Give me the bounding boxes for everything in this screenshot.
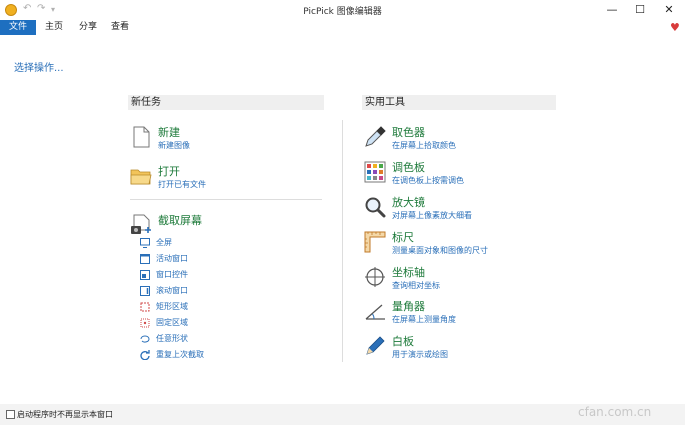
- fixed-region-icon: [140, 318, 150, 328]
- capture-fixed-region[interactable]: 固定区域: [140, 316, 260, 330]
- magnifier-desc: 对屏幕上像素放大细看: [392, 211, 472, 220]
- color-picker-desc: 在屏幕上拾取颜色: [392, 141, 456, 150]
- protractor-desc: 在屏幕上测量角度: [392, 315, 456, 324]
- capture-scrolling-window[interactable]: 滚动窗口: [140, 284, 260, 298]
- new-file-icon: [133, 126, 150, 148]
- magnifier-item[interactable]: 放大镜 对屏幕上像素放大细看: [364, 194, 544, 224]
- tools-header: 实用工具: [362, 95, 556, 110]
- folder-icon: [130, 169, 152, 185]
- palette-icon: [364, 161, 386, 183]
- repeat-icon: [140, 350, 150, 360]
- whiteboard-title: 白板: [392, 335, 414, 348]
- color-picker-item[interactable]: 取色器 在屏幕上拾取颜色: [364, 124, 544, 154]
- window-title: PicPick 图像编辑器: [303, 7, 382, 17]
- startup-checkbox[interactable]: [6, 410, 15, 419]
- ruler-item[interactable]: 标尺 测量桌面对象和图像的尺寸: [364, 229, 544, 259]
- new-image-title: 新建: [158, 126, 180, 139]
- action-prompt: 选择操作...: [14, 63, 64, 74]
- palette-desc: 在调色板上按需调色: [392, 176, 464, 185]
- rectangle-region-icon: [140, 302, 150, 312]
- ruler-icon: [364, 231, 386, 253]
- close-button[interactable]: ✕: [655, 0, 683, 20]
- maximize-button[interactable]: ☐: [626, 0, 654, 20]
- ruler-title: 标尺: [392, 231, 414, 244]
- open-file-desc: 打开已有文件: [158, 180, 206, 189]
- protractor-title: 量角器: [392, 300, 425, 313]
- heart-icon[interactable]: ♥: [670, 21, 680, 34]
- minimize-button[interactable]: —: [598, 0, 626, 20]
- crosshair-icon: [365, 267, 385, 287]
- capture-option-label: 任意形状: [156, 334, 188, 343]
- open-file-item[interactable]: 打开 打开已有文件: [130, 163, 310, 193]
- menu-view[interactable]: 查看: [106, 20, 134, 35]
- palette-item[interactable]: 调色板 在调色板上按需调色: [364, 159, 544, 189]
- menu-home[interactable]: 主页: [40, 20, 68, 35]
- crosshair-title: 坐标轴: [392, 266, 425, 279]
- capture-rectangle-region[interactable]: 矩形区域: [140, 300, 260, 314]
- capture-active-window[interactable]: 活动窗口: [140, 252, 260, 266]
- new-task-header: 新任务: [128, 95, 324, 110]
- new-image-item[interactable]: 新建 新建图像: [130, 124, 310, 154]
- pen-icon: [366, 336, 385, 355]
- color-picker-title: 取色器: [392, 126, 425, 139]
- menu-bar: 文件 主页 分享 查看 ♥: [0, 20, 685, 35]
- crosshair-item[interactable]: 坐标轴 查询相对坐标: [364, 264, 544, 294]
- capture-option-label: 固定区域: [156, 318, 188, 327]
- new-image-desc: 新建图像: [158, 141, 190, 150]
- freehand-icon: [140, 335, 150, 343]
- capture-freehand[interactable]: 任意形状: [140, 332, 260, 346]
- window-control-icon: [140, 270, 150, 280]
- crosshair-desc: 查询相对坐标: [392, 281, 440, 290]
- monitor-icon: [140, 238, 150, 248]
- capture-screen-item[interactable]: 截取屏幕: [130, 212, 310, 234]
- capture-screen-title: 截取屏幕: [158, 214, 202, 227]
- capture-option-label: 矩形区域: [156, 302, 188, 311]
- open-file-title: 打开: [158, 165, 180, 178]
- whiteboard-desc: 用于演示或绘图: [392, 350, 448, 359]
- divider: [130, 199, 322, 200]
- scroll-window-icon: [140, 286, 150, 296]
- menu-file[interactable]: 文件: [0, 20, 36, 35]
- capture-fullscreen[interactable]: 全屏: [140, 236, 260, 250]
- startup-checkbox-label[interactable]: 启动程序时不再显示本窗口: [17, 409, 113, 420]
- magnifier-title: 放大镜: [392, 196, 425, 209]
- capture-option-label: 活动窗口: [156, 254, 188, 263]
- capture-option-label: 全屏: [156, 238, 172, 247]
- whiteboard-item[interactable]: 白板 用于演示或绘图: [364, 333, 544, 363]
- capture-window-control[interactable]: 窗口控件: [140, 268, 260, 282]
- section-divider: [342, 120, 343, 362]
- capture-option-label: 窗口控件: [156, 270, 188, 279]
- capture-option-label: 重复上次截取: [156, 350, 204, 359]
- magnifier-icon: [365, 197, 386, 218]
- title-bar: ↶ ↷ ▾ PicPick 图像编辑器 — ☐ ✕: [0, 0, 685, 20]
- ruler-desc: 测量桌面对象和图像的尺寸: [392, 246, 488, 255]
- capture-option-label: 滚动窗口: [156, 286, 188, 295]
- protractor-item[interactable]: 量角器 在屏幕上测量角度: [364, 298, 544, 328]
- palette-title: 调色板: [392, 161, 425, 174]
- watermark: cfan.com.cn: [578, 405, 652, 419]
- capture-repeat-last[interactable]: 重复上次截取: [140, 348, 260, 362]
- protractor-icon: [365, 304, 385, 320]
- eyedropper-icon: [365, 126, 386, 147]
- camera-icon: [131, 214, 151, 234]
- menu-share[interactable]: 分享: [74, 20, 102, 35]
- window-icon: [140, 254, 150, 264]
